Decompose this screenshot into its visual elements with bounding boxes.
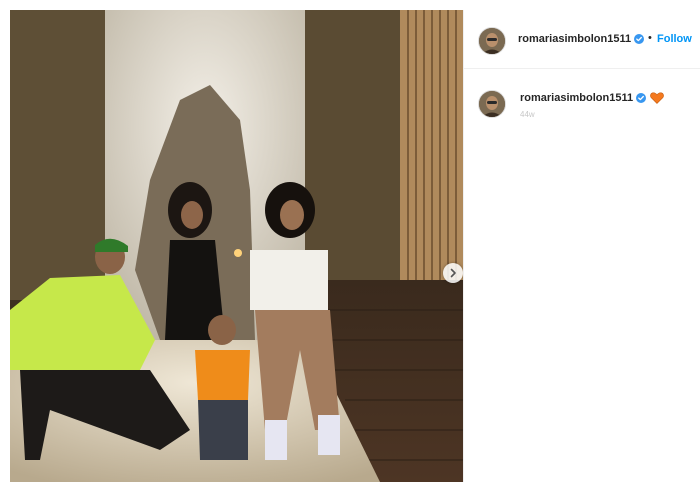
post-header: romariasimbolon1511 • Follow (464, 10, 700, 69)
avatar[interactable] (478, 27, 506, 55)
caption-avatar[interactable] (478, 90, 506, 118)
next-image-button[interactable] (443, 263, 463, 283)
verified-badge-icon (636, 93, 646, 103)
instagram-post: romariasimbolon1511 • Follow romariasimb… (0, 0, 700, 492)
post-side-panel: romariasimbolon1511 • Follow romariasimb… (463, 10, 700, 482)
orange-heart-icon (650, 92, 664, 104)
profile-photo (479, 28, 505, 54)
photo-scene (10, 10, 463, 482)
follow-button[interactable]: Follow (657, 33, 692, 45)
wood-slats (407, 10, 457, 300)
verified-badge-icon (634, 34, 644, 44)
post-photo[interactable] (10, 10, 463, 482)
post-age: 44w (520, 110, 535, 119)
caption-username[interactable]: romariasimbolon1511 (520, 92, 633, 104)
header-username[interactable]: romariasimbolon1511 (518, 33, 631, 45)
chevron-right-icon (450, 268, 456, 278)
header-separator: • (648, 32, 652, 44)
profile-photo (479, 91, 505, 117)
